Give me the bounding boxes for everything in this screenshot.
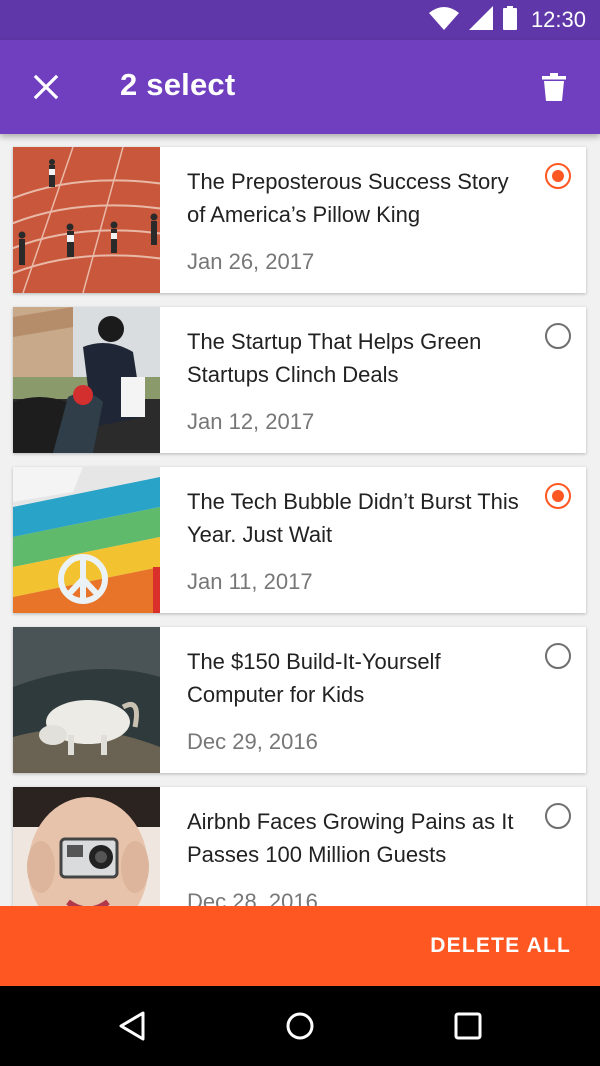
select-radio[interactable] bbox=[545, 163, 571, 189]
close-icon bbox=[33, 74, 59, 100]
article-card[interactable]: Airbnb Faces Growing Pains as It Passes … bbox=[13, 787, 586, 906]
article-date: Dec 29, 2016 bbox=[187, 729, 318, 754]
article-card[interactable]: The $150 Build-It-Yourself Computer for … bbox=[13, 627, 586, 773]
article-card[interactable]: The Preposterous Success Story of Americ… bbox=[13, 147, 586, 293]
home-icon bbox=[286, 1012, 314, 1040]
back-button[interactable] bbox=[113, 1006, 153, 1046]
status-bar: 12:30 bbox=[0, 0, 600, 40]
delete-all-bar: DELETE ALL bbox=[0, 906, 600, 986]
system-nav-bar bbox=[0, 986, 600, 1066]
delete-all-button[interactable]: DELETE ALL bbox=[430, 906, 571, 986]
article-date: Jan 11, 2017 bbox=[187, 569, 313, 594]
article-title: The Startup That Helps Green Startups Cl… bbox=[187, 329, 482, 387]
back-icon bbox=[119, 1011, 145, 1041]
article-title: The Tech Bubble Didn’t Burst This Year. … bbox=[187, 489, 519, 547]
select-radio[interactable] bbox=[545, 323, 571, 349]
article-thumbnail bbox=[13, 787, 160, 906]
article-card[interactable]: The Startup That Helps Green Startups Cl… bbox=[13, 307, 586, 453]
delete-button[interactable] bbox=[536, 69, 572, 105]
article-thumbnail bbox=[13, 467, 160, 613]
article-title: The Preposterous Success Story of Americ… bbox=[187, 169, 509, 227]
signal-icon bbox=[468, 5, 493, 35]
wifi-icon bbox=[428, 6, 459, 35]
status-time: 12:30 bbox=[530, 7, 586, 32]
select-radio[interactable] bbox=[545, 483, 571, 509]
selection-count-title: 2 select bbox=[120, 67, 236, 102]
article-thumbnail bbox=[13, 147, 160, 293]
article-thumbnail bbox=[13, 627, 160, 773]
article-date: Dec 28, 2016 bbox=[187, 889, 318, 906]
article-list: The Preposterous Success Story of Americ… bbox=[0, 134, 600, 906]
select-radio[interactable] bbox=[545, 803, 571, 829]
article-card[interactable]: The Tech Bubble Didn’t Burst This Year. … bbox=[13, 467, 586, 613]
app-bar: 2 select bbox=[0, 40, 600, 134]
recents-button[interactable] bbox=[448, 1006, 488, 1046]
article-thumbnail bbox=[13, 307, 160, 453]
article-date: Jan 12, 2017 bbox=[187, 409, 315, 434]
article-date: Jan 26, 2017 bbox=[187, 249, 315, 274]
home-button[interactable] bbox=[280, 1006, 320, 1046]
close-button[interactable] bbox=[28, 69, 64, 105]
battery-icon bbox=[502, 5, 517, 35]
recents-icon bbox=[454, 1012, 482, 1040]
trash-icon bbox=[542, 73, 566, 101]
status-icons: 12:30 bbox=[428, 0, 586, 40]
article-title: The $150 Build-It-Yourself Computer for … bbox=[187, 649, 441, 707]
select-radio[interactable] bbox=[545, 643, 571, 669]
article-title: Airbnb Faces Growing Pains as It Passes … bbox=[187, 809, 514, 867]
